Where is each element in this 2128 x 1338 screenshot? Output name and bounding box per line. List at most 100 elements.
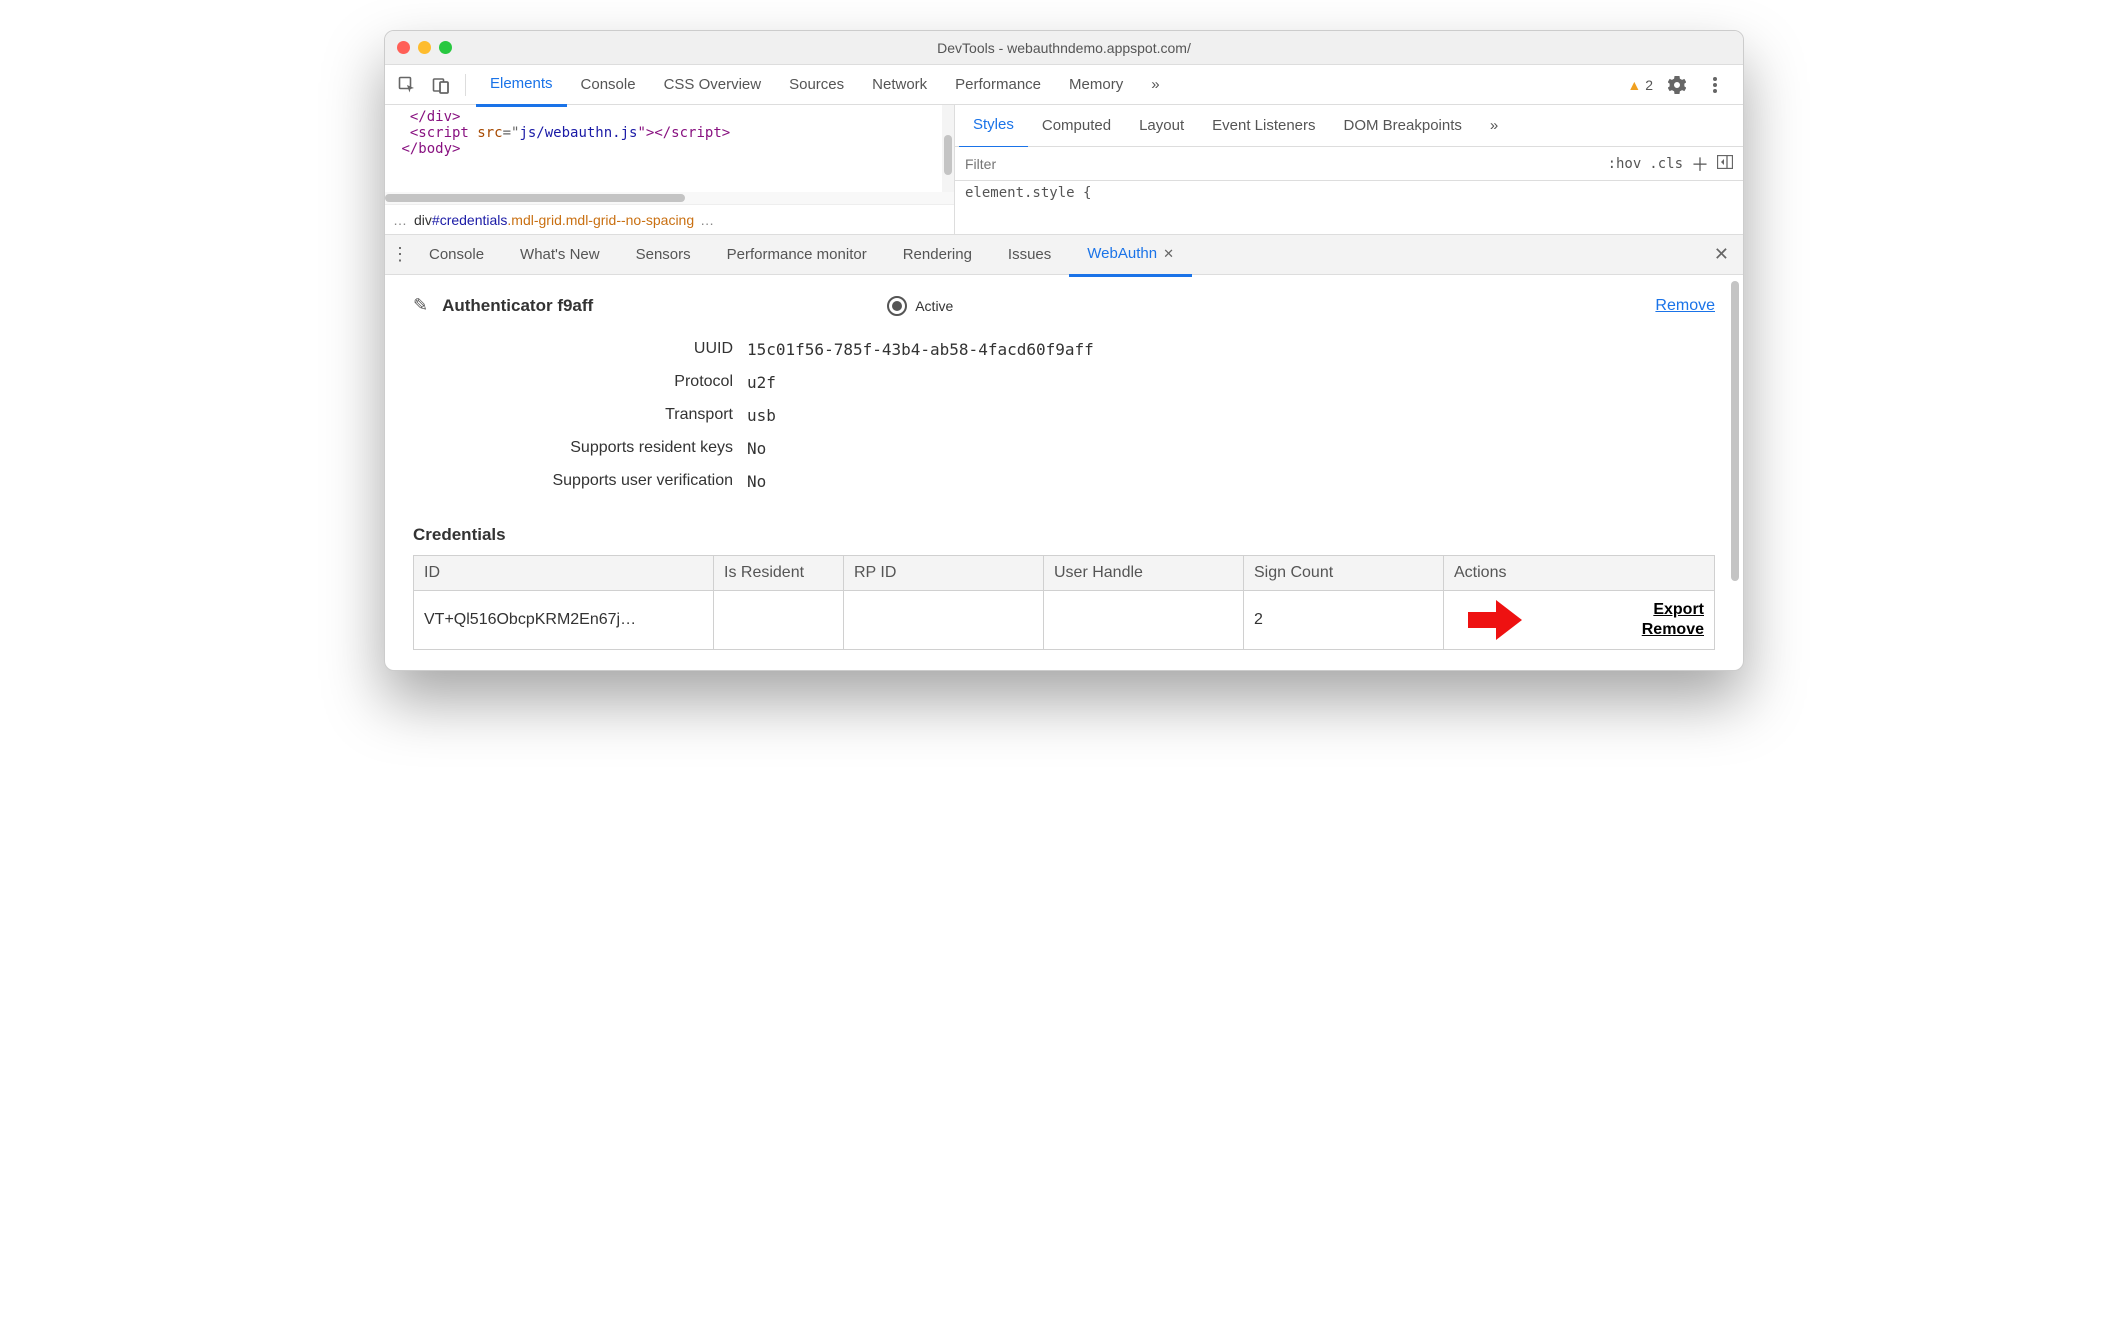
col-rp-id: RP ID [844,556,1044,591]
transport-value: usb [747,406,1715,425]
close-tab-icon[interactable]: ✕ [1163,246,1174,261]
close-drawer-icon[interactable]: ✕ [1706,244,1737,265]
tab-memory[interactable]: Memory [1055,65,1137,105]
tab-css-overview[interactable]: CSS Overview [650,65,776,105]
col-is-resident: Is Resident [714,556,844,591]
new-style-rule-icon[interactable]: ＋ [1691,151,1709,177]
drawer-tab-webauthn[interactable]: WebAuthn ✕ [1069,234,1192,277]
webauthn-panel: ✎ Authenticator f9aff Active Remove UUID… [385,275,1743,670]
protocol-label: Protocol [413,373,733,392]
authenticator-header: ✎ Authenticator f9aff Active Remove [413,295,1715,316]
inspect-element-icon[interactable] [393,71,421,99]
col-id: ID [414,556,714,591]
authenticator-properties: UUID 15c01f56-785f-43b4-ab58-4facd60f9af… [413,340,1715,491]
vertical-scrollbar[interactable] [942,105,954,192]
protocol-value: u2f [747,373,1715,392]
cred-user-handle-value [1044,591,1244,650]
elements-panel: </div> <script src="js/webauthn.js"></sc… [385,105,1743,235]
toolbar-right: ▲ 2 [1627,71,1735,99]
code-text: "></scr [637,125,696,141]
drawer-tab-rendering[interactable]: Rendering [885,235,990,275]
breadcrumb-path[interactable]: div#credentials.mdl-grid.mdl-grid--no-sp… [414,212,694,228]
divider [465,74,466,96]
breadcrumb-overflow-right[interactable]: … [700,212,715,228]
hov-toggle[interactable]: :hov [1608,156,1642,172]
main-toolbar: Elements Console CSS Overview Sources Ne… [385,65,1743,105]
drawer-tab-whats-new[interactable]: What's New [502,235,618,275]
user-verification-label: Supports user verification [413,472,733,491]
panel-scrollbar[interactable] [1731,275,1741,670]
device-toolbar-icon[interactable] [427,71,455,99]
styles-filter-actions: :hov .cls ＋ [1598,151,1743,177]
active-label: Active [915,298,953,314]
col-sign-count: Sign Count [1244,556,1444,591]
uuid-value: 15c01f56-785f-43b4-ab58-4facd60f9aff [747,340,1715,359]
code-text: js/webauthn.js [519,125,637,141]
remove-authenticator-link[interactable]: Remove [1655,297,1715,315]
tabs-overflow-icon[interactable]: » [1137,65,1173,105]
warnings-badge[interactable]: ▲ 2 [1627,77,1653,93]
styles-pane: Styles Computed Layout Event Listeners D… [955,105,1743,234]
credentials-heading: Credentials [413,525,1715,545]
styles-filter-row: :hov .cls ＋ [955,147,1743,181]
transport-label: Transport [413,406,733,425]
user-verification-value: No [747,472,1715,491]
horizontal-scrollbar[interactable] [385,192,954,204]
drawer-tab-webauthn-label: WebAuthn [1087,245,1157,262]
dom-code[interactable]: </div> <script src="js/webauthn.js"></sc… [385,105,954,192]
breadcrumb-overflow-left[interactable]: … [393,212,408,228]
drawer-tab-console[interactable]: Console [411,235,502,275]
code-text: </div> [410,109,461,125]
edit-icon[interactable]: ✎ [413,295,428,316]
warning-icon: ▲ [1627,77,1641,93]
breadcrumb-tag: div [414,212,432,228]
active-radio[interactable]: Active [887,296,953,316]
tab-console[interactable]: Console [567,65,650,105]
styles-tabs: Styles Computed Layout Event Listeners D… [955,105,1743,147]
drawer-menu-icon[interactable]: ⋮ [391,244,411,265]
annotation-arrow-icon [1464,596,1526,644]
styles-tab-computed[interactable]: Computed [1028,105,1125,147]
table-header-row: ID Is Resident RP ID User Handle Sign Co… [414,556,1715,591]
styles-tab-event-listeners[interactable]: Event Listeners [1198,105,1329,147]
styles-tabs-overflow-icon[interactable]: » [1476,105,1512,147]
col-user-handle: User Handle [1044,556,1244,591]
credentials-table: ID Is Resident RP ID User Handle Sign Co… [413,555,1715,650]
toggle-sidebar-icon[interactable] [1717,155,1733,172]
code-text: =" [503,125,520,141]
tab-performance[interactable]: Performance [941,65,1055,105]
cred-sign-count-value: 2 [1244,591,1444,650]
kebab-menu-icon[interactable] [1701,71,1729,99]
tab-sources[interactable]: Sources [775,65,858,105]
style-rule-text[interactable]: element.style { [955,181,1743,205]
code-text: src [477,125,502,141]
styles-tab-styles[interactable]: Styles [959,104,1028,149]
code-text: <script [410,125,477,141]
code-text: </body> [401,141,460,157]
tab-network[interactable]: Network [858,65,941,105]
resident-keys-label: Supports resident keys [413,439,733,458]
resident-keys-value: No [747,439,1715,458]
table-row: VT+Ql516ObcpKRM2En67j… 2 Export Remove [414,591,1715,650]
drawer-tab-sensors[interactable]: Sensors [618,235,709,275]
drawer-tab-issues[interactable]: Issues [990,235,1069,275]
styles-tab-layout[interactable]: Layout [1125,105,1198,147]
tab-elements[interactable]: Elements [476,64,567,107]
devtools-window: DevTools - webauthndemo.appspot.com/ Ele… [384,30,1744,671]
col-actions: Actions [1444,556,1715,591]
breadcrumb-classes: .mdl-grid.mdl-grid--no-spacing [507,212,694,228]
window-title: DevTools - webauthndemo.appspot.com/ [385,40,1743,56]
dom-tree-pane: </div> <script src="js/webauthn.js"></sc… [385,105,955,234]
breadcrumb-id: #credentials [432,212,508,228]
breadcrumb[interactable]: … div#credentials.mdl-grid.mdl-grid--no-… [385,204,954,234]
settings-icon[interactable] [1663,71,1691,99]
uuid-label: UUID [413,340,733,359]
cred-rp-id-value [844,591,1044,650]
radio-icon [887,296,907,316]
drawer-tab-performance-monitor[interactable]: Performance monitor [709,235,885,275]
code-text: ipt> [696,125,730,141]
styles-tab-dom-breakpoints[interactable]: DOM Breakpoints [1330,105,1476,147]
styles-filter-input[interactable] [955,147,1598,180]
cls-toggle[interactable]: .cls [1649,156,1683,172]
main-tabs: Elements Console CSS Overview Sources Ne… [476,64,1621,106]
